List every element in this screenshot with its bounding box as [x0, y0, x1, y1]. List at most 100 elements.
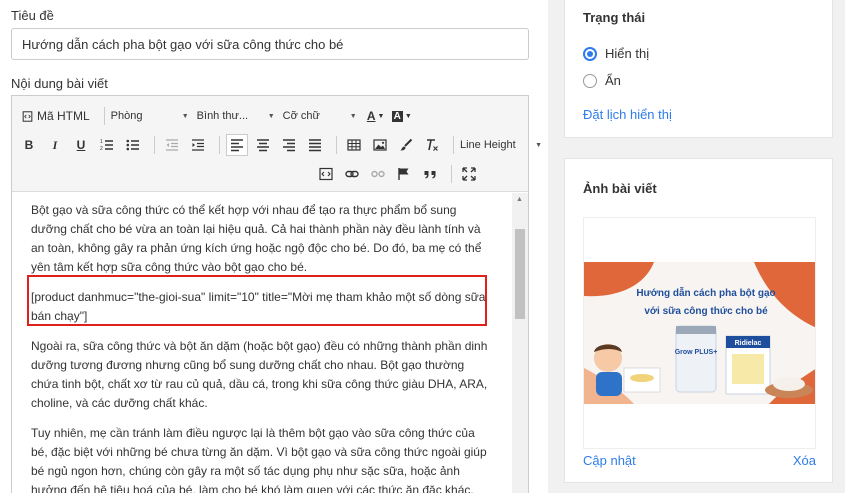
radio-show[interactable]: Hiển thị	[583, 46, 649, 61]
paint-brush-icon	[400, 138, 413, 151]
banner-text-2: với sữa công thức cho bé	[644, 306, 768, 317]
align-right-icon	[283, 139, 295, 152]
outdent-button[interactable]	[161, 134, 183, 156]
scroll-up-icon[interactable]: ▲	[516, 196, 523, 203]
align-right-button[interactable]	[278, 134, 300, 156]
text-color-button[interactable]: A ▼	[365, 105, 387, 127]
quote-icon	[424, 171, 436, 179]
image-button[interactable]	[369, 134, 391, 156]
link-button[interactable]	[341, 163, 363, 185]
unlink-button[interactable]	[367, 163, 389, 185]
paint-brush-button[interactable]	[395, 134, 417, 156]
fullscreen-icon	[462, 167, 476, 181]
chevron-down-icon: ▼	[349, 112, 357, 120]
radio-hide[interactable]: Ẩn	[583, 73, 621, 88]
delete-image-link[interactable]: Xóa	[793, 453, 816, 468]
update-image-link[interactable]: Cập nhật	[583, 453, 636, 468]
html-code-label: Mã HTML	[37, 109, 90, 123]
clear-format-button[interactable]	[421, 134, 443, 156]
underline-button[interactable]: U	[70, 134, 92, 156]
line-height-dropdown[interactable]: Line Height ▼	[460, 139, 542, 151]
chevron-down-icon: ▼	[267, 112, 275, 120]
format-dropdown[interactable]: Bình thư... ▼	[197, 110, 275, 122]
svg-text:1: 1	[100, 139, 103, 145]
toolbar-separator	[453, 136, 454, 154]
code-view-icon	[319, 167, 333, 181]
code-file-icon	[22, 110, 33, 122]
chevron-down-icon: ▼	[181, 112, 189, 120]
editor-content-area[interactable]: Bột gạo và sữa công thức có thể kết hợp …	[12, 193, 528, 493]
italic-button[interactable]: I	[44, 134, 66, 156]
toolbar-separator	[103, 107, 105, 125]
toolbar-separator	[451, 165, 452, 183]
schedule-link[interactable]: Đặt lịch hiển thị	[583, 107, 672, 122]
fullscreen-button[interactable]	[458, 163, 480, 185]
product-1-label: Grow PLUS+	[675, 349, 718, 356]
status-title: Trạng thái	[583, 10, 646, 25]
underline-icon: U	[76, 138, 86, 152]
background-color-icon: A	[391, 110, 403, 122]
toolbar-separator	[336, 136, 337, 154]
unordered-list-button[interactable]	[122, 134, 144, 156]
html-code-button[interactable]: Mã HTML	[18, 105, 94, 127]
align-center-icon	[257, 139, 269, 152]
featured-image-card: Ảnh bài viết Hướng dẫn cách pha bột gạo …	[564, 158, 833, 483]
ordered-list-button[interactable]: 12	[96, 134, 118, 156]
radio-hide-label: Ẩn	[605, 73, 621, 88]
rich-text-editor: Mã HTML Phòng ▼ Bình thư... ▼ Cỡ chữ ▼ A ▼ A…	[11, 95, 542, 493]
editor-text: Bột gạo và sữa công thức có thể kết hợp …	[31, 201, 491, 493]
scrollbar-thumb[interactable]	[515, 229, 525, 319]
italic-icon: I	[52, 137, 58, 152]
editor-toolbar: Mã HTML Phòng ▼ Bình thư... ▼ Cỡ chữ ▼ A ▼ A…	[12, 96, 542, 192]
flag-button[interactable]	[393, 163, 415, 185]
post-editor-panel: Tiêu đề Nội dung bài viết Mã HTML Phòng ▼…	[0, 0, 548, 493]
align-center-button[interactable]	[252, 134, 274, 156]
featured-image-title: Ảnh bài viết	[583, 181, 657, 196]
title-input[interactable]	[11, 28, 529, 60]
toolbar-separator	[154, 136, 155, 154]
paragraph-3: Tuy nhiên, mẹ cần tránh làm điều ngược l…	[31, 426, 487, 493]
flag-icon	[398, 168, 409, 180]
paragraph-2: Ngoài ra, sữa công thức và bột ăn dặm (h…	[31, 339, 488, 410]
banner-text-1: Hướng dẫn cách pha bột gạo	[636, 286, 775, 299]
shortcode-highlight-box	[27, 275, 487, 326]
featured-banner-image: Hướng dẫn cách pha bột gạo với sữa công …	[584, 262, 815, 404]
align-left-icon	[231, 139, 243, 152]
content-label: Nội dung bài viết	[11, 76, 108, 91]
image-icon	[373, 139, 387, 151]
align-left-button[interactable]	[226, 134, 248, 156]
font-size-label: Cỡ chữ	[282, 110, 320, 122]
bold-button[interactable]: B	[18, 134, 40, 156]
product-2-label: Ridielac	[735, 340, 762, 347]
code-view-button[interactable]	[315, 163, 337, 185]
clear-format-icon	[427, 139, 438, 151]
unlink-icon	[371, 170, 385, 178]
toolbar-separator	[219, 136, 220, 154]
link-icon	[345, 170, 359, 178]
font-size-dropdown[interactable]: Cỡ chữ ▼	[283, 110, 357, 122]
featured-image-thumbnail[interactable]: Hướng dẫn cách pha bột gạo với sữa công …	[583, 217, 816, 449]
align-justify-button[interactable]	[304, 134, 326, 156]
paragraph-style-dropdown[interactable]: Phòng ▼	[111, 110, 189, 122]
title-label: Tiêu đề	[11, 8, 54, 23]
table-icon	[347, 139, 361, 151]
chevron-down-icon: ▼	[535, 141, 542, 149]
indent-icon	[192, 139, 204, 151]
align-justify-icon	[309, 139, 321, 152]
quote-button[interactable]	[419, 163, 441, 185]
radio-unchecked-icon[interactable]	[583, 73, 597, 88]
line-height-label: Line Height	[460, 139, 516, 151]
chevron-down-icon: ▼	[377, 112, 385, 120]
svg-text:2: 2	[100, 146, 103, 152]
editor-scrollbar[interactable]: ▲	[512, 193, 528, 493]
background-color-button[interactable]: A ▼	[391, 105, 413, 127]
chevron-down-icon: ▼	[404, 112, 412, 120]
radio-checked-icon[interactable]	[583, 46, 597, 61]
format-label: Bình thư...	[196, 110, 249, 122]
outdent-icon	[166, 139, 178, 151]
paragraph-style-label: Phòng	[110, 110, 143, 122]
indent-button[interactable]	[187, 134, 209, 156]
ordered-list-icon: 12	[100, 139, 113, 152]
table-button[interactable]	[343, 134, 365, 156]
paragraph-1: Bột gạo và sữa công thức có thể kết hợp …	[31, 203, 482, 274]
